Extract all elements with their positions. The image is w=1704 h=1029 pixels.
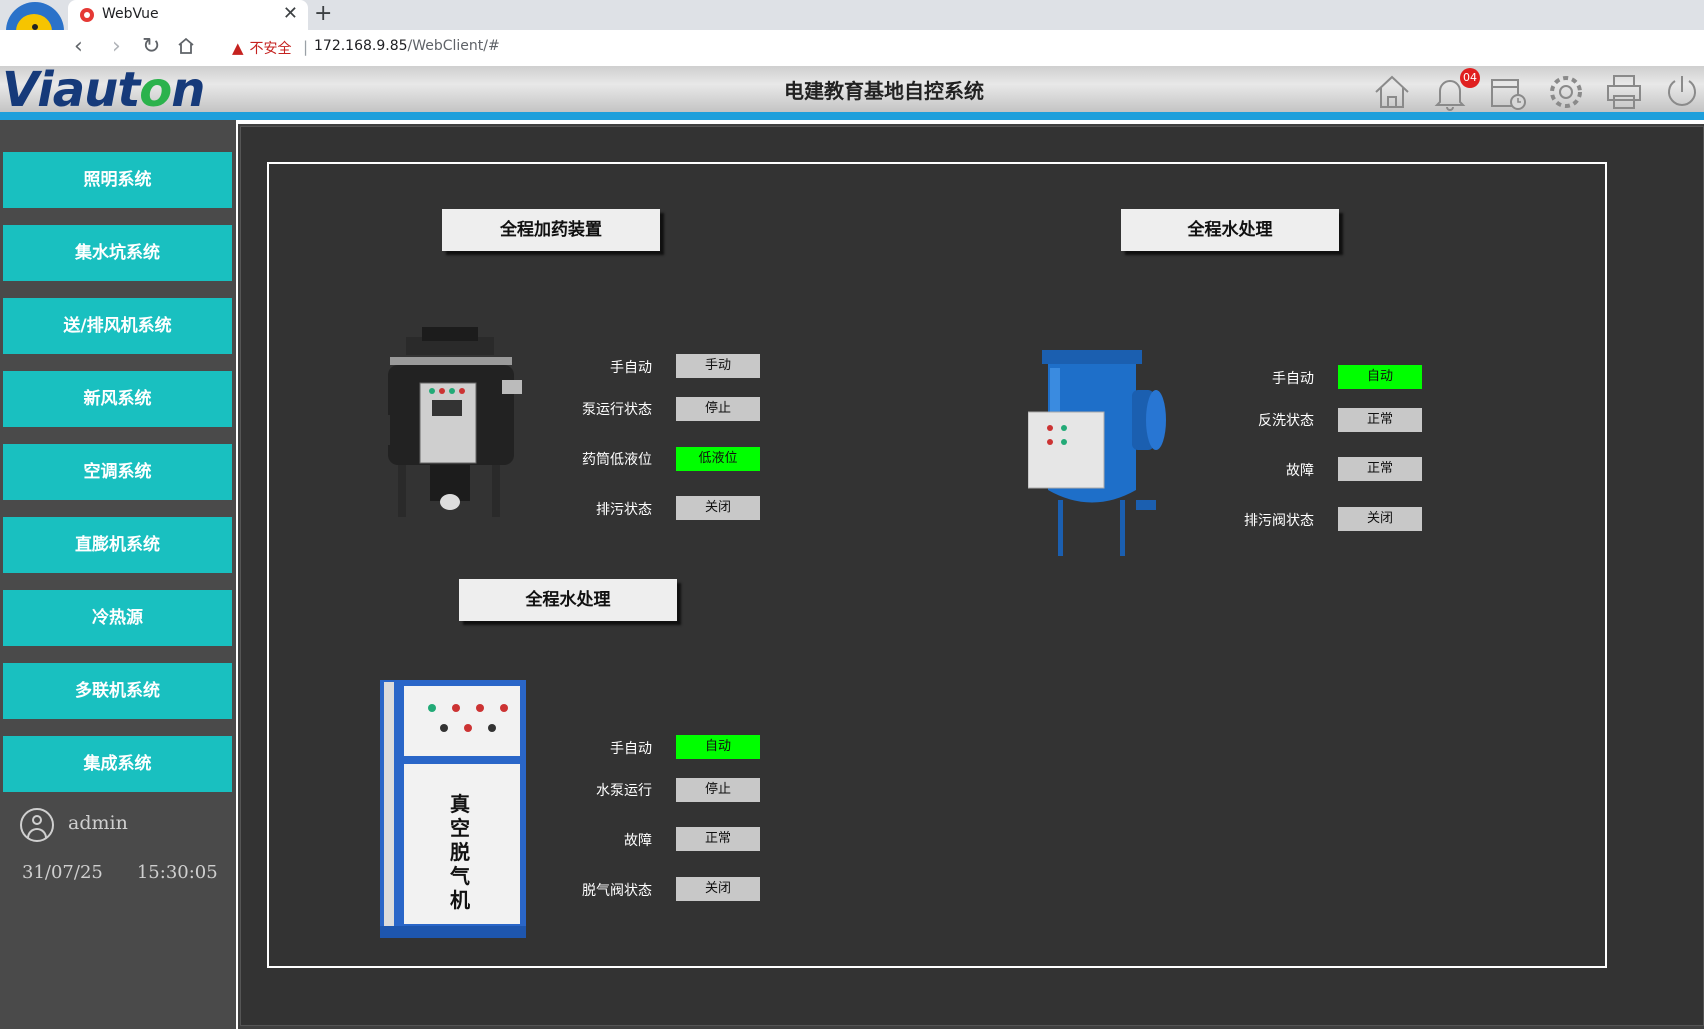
dosing-label-low-level: 药筒低液位: [582, 452, 652, 468]
water-bottom-label-mode: 手自动: [610, 741, 652, 757]
page-title: 电建教育基地自控系统: [784, 79, 984, 103]
user-avatar-icon: [20, 808, 54, 842]
datetime: 31/07/25 15:30:05: [22, 862, 218, 883]
dosing-label-pump: 泵运行状态: [582, 402, 652, 418]
dosing-value-low-level: 低液位: [676, 447, 760, 471]
gear-icon[interactable]: [1546, 72, 1586, 112]
water-right-value-drain-valve: 关闭: [1338, 507, 1422, 531]
sidebar: 照明系统 集水坑系统 送/排风机系统 新风系统 空调系统 直膨机系统 冷热源 多…: [0, 120, 236, 1029]
water-right-value-backwash: 正常: [1338, 408, 1422, 432]
sidebar-item-air-conditioning[interactable]: 空调系统: [3, 444, 232, 500]
alarm-count-badge: 04: [1460, 68, 1480, 88]
dosing-value-mode: 手动: [676, 354, 760, 378]
warning-icon: ▲: [232, 39, 244, 57]
sidebar-item-heat-source[interactable]: 冷热源: [3, 590, 232, 646]
sidebar-item-integration[interactable]: 集成系统: [3, 736, 232, 792]
tab-title: WebVue: [102, 6, 159, 22]
home-nav-icon[interactable]: [176, 36, 196, 56]
url-host: 172.168.9.85: [314, 38, 408, 54]
sidebar-item-sump[interactable]: 集水坑系统: [3, 225, 232, 281]
water-treatment-filter-image: [1028, 350, 1166, 556]
dosing-device-title: 全程加药装置: [442, 209, 660, 251]
sidebar-item-vrf[interactable]: 多联机系统: [3, 663, 232, 719]
water-right-label-fault: 故障: [1286, 463, 1314, 479]
dosing-label-drain: 排污状态: [596, 502, 652, 518]
water-bottom-value-pump: 停止: [676, 778, 760, 802]
power-icon[interactable]: [1662, 72, 1702, 112]
brand-logo: Viauton: [2, 62, 205, 118]
dosing-label-mode: 手自动: [610, 360, 652, 376]
home-icon[interactable]: [1372, 72, 1412, 112]
sidebar-item-lighting[interactable]: 照明系统: [3, 152, 232, 208]
water-bottom-label-degas-valve: 脱气阀状态: [582, 883, 652, 899]
cabinet-label: 真空脱气机: [450, 792, 470, 912]
favicon-icon: [80, 8, 94, 22]
water-right-value-fault: 正常: [1338, 457, 1422, 481]
sidebar-item-fresh-air[interactable]: 新风系统: [3, 371, 232, 427]
time-text: 15:30:05: [136, 862, 218, 883]
back-icon[interactable]: ‹: [74, 34, 83, 59]
water-right-label-mode: 手自动: [1272, 371, 1314, 387]
water-bottom-value-mode: 自动: [676, 735, 760, 759]
security-indicator[interactable]: ▲ 不安全: [232, 38, 292, 58]
dosing-device-image: [380, 327, 522, 517]
water-right-value-mode: 自动: [1338, 365, 1422, 389]
dosing-value-pump: 停止: [676, 397, 760, 421]
date-text: 31/07/25: [22, 862, 103, 883]
reload-icon[interactable]: ↻: [142, 34, 160, 59]
new-tab-button[interactable]: +: [314, 1, 332, 26]
calendar-clock-icon[interactable]: [1488, 72, 1528, 112]
url-field[interactable]: 172.168.9.85/WebClient/#: [314, 38, 500, 54]
username: admin: [68, 812, 128, 834]
url-path: /WebClient/#: [407, 38, 500, 54]
browser-tab[interactable]: WebVue ✕: [68, 0, 308, 30]
forward-icon[interactable]: ›: [112, 34, 121, 59]
water-bottom-value-fault: 正常: [676, 827, 760, 851]
water-bottom-label-fault: 故障: [624, 833, 652, 849]
water-bottom-label-pump: 水泵运行: [596, 783, 652, 799]
printer-icon[interactable]: [1604, 72, 1644, 112]
sidebar-item-fans[interactable]: 送/排风机系统: [3, 298, 232, 354]
dosing-value-drain: 关闭: [676, 496, 760, 520]
sidebar-item-dx-unit[interactable]: 直膨机系统: [3, 517, 232, 573]
security-label: 不安全: [249, 41, 292, 57]
water-bottom-value-degas-valve: 关闭: [676, 877, 760, 901]
water-right-label-backwash: 反洗状态: [1258, 413, 1314, 429]
address-bar: ‹ › ↻ ▲ 不安全 | 172.168.9.85/WebClient/#: [0, 30, 1704, 66]
close-tab-icon[interactable]: ✕: [283, 3, 298, 24]
water-treatment-bottom-title: 全程水处理: [459, 579, 677, 621]
water-right-label-drain-valve: 排污阀状态: [1244, 513, 1314, 529]
water-treatment-right-title: 全程水处理: [1121, 209, 1339, 251]
